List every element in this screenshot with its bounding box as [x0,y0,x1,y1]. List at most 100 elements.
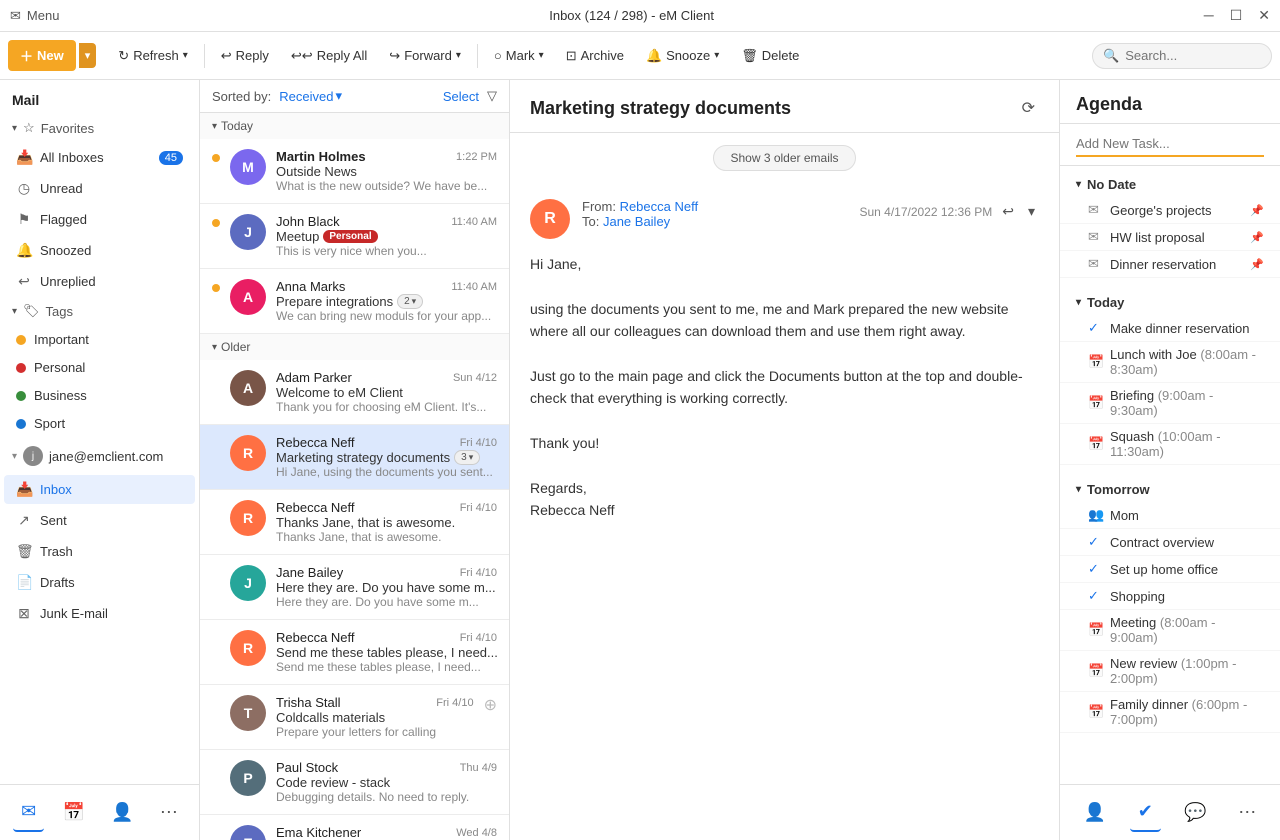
agenda-section-header[interactable]: ▾ Today [1060,290,1280,315]
email-meta: R From: Rebecca Neff To: Jane Bailey Sun… [530,199,1039,239]
reply-button[interactable]: ↩ Reply [211,42,279,70]
delete-button[interactable]: 🗑 Delete [731,42,809,70]
sort-value-button[interactable]: Received ▾ [279,88,342,104]
agenda-section: ▾ Today ✓ Make dinner reservation 📅 Lunc… [1060,284,1280,471]
sidebar-item-drafts[interactable]: 📄 Drafts [4,568,195,597]
sidebar-item-junk[interactable]: ⊠ Junk E-mail [4,599,195,628]
more-options-button[interactable]: ▾ [1024,199,1039,224]
new-button[interactable]: ＋ New [8,40,76,71]
email-item[interactable]: R Rebecca Neff Fri 4/10 Send me these ta… [200,620,509,685]
agenda-bottom-more[interactable]: ⋯ [1230,793,1264,832]
section-chevron: ▾ [1076,179,1081,190]
from-link[interactable]: Rebecca Neff [620,199,699,214]
reply-all-button[interactable]: ↩↩ Reply All [281,42,377,70]
tags-group[interactable]: ▾ 🏷 Tags [0,297,199,325]
agenda-item[interactable]: ✉ HW list proposal 📌 [1060,224,1280,251]
show-older-button[interactable]: Show 3 older emails [713,145,855,171]
email-item[interactable]: A Anna Marks 11:40 AM Prepare integratio… [200,269,509,334]
email-item[interactable]: J John Black 11:40 AM Meetup Personal Th… [200,204,509,269]
bottom-nav-calendar[interactable]: 📅 [54,793,92,832]
menu-area[interactable]: ✉ Menu [10,8,59,24]
sidebar-item-flagged[interactable]: ⚑ Flagged [4,205,195,234]
email-options-button[interactable]: ⟳ [1018,94,1039,122]
refresh-button[interactable]: ↻ Refresh ▾ [108,42,197,70]
close-button[interactable]: ✕ [1258,7,1270,24]
snooze-button[interactable]: 🔔 Snooze ▾ [636,42,729,70]
sidebar-item-unread[interactable]: ◷ Unread [4,174,195,203]
email-time: 11:40 AM [451,216,497,228]
add-task-input[interactable] [1076,132,1264,157]
maximize-button[interactable]: ☐ [1230,7,1243,24]
sidebar-item-trash[interactable]: 🗑 Trash [4,537,195,566]
agenda-item[interactable]: 📅 Briefing (9:00am - 9:30am) [1060,383,1280,424]
account-chevron[interactable]: ▾ [12,451,17,462]
search-input[interactable] [1125,48,1261,63]
agenda-item-text: Dinner reservation [1110,257,1216,272]
sidebar-item-unreplied[interactable]: ↩ Unreplied [4,267,195,296]
toolbar-sep-2 [477,44,478,68]
sidebar-item-tag-important[interactable]: Important [4,326,195,353]
agenda-item[interactable]: 👥 Mom [1060,502,1280,529]
email-item[interactable]: P Paul Stock Thu 4/9 Code review - stack… [200,750,509,815]
email-time: Fri 4/10 [436,697,473,709]
sidebar-item-sent[interactable]: ↗ Sent [4,506,195,535]
select-button[interactable]: Select [443,89,479,104]
email-sender: Jane Bailey [276,565,343,580]
mark-button[interactable]: ○ Mark ▾ [484,42,554,69]
email-item[interactable]: J Jane Bailey Fri 4/10 Here they are. Do… [200,555,509,620]
agenda-item[interactable]: ✓ Set up home office [1060,556,1280,583]
email-item[interactable]: E Ema Kitchener Wed 4/8 Meeting Thank yo… [200,815,509,840]
favorites-group[interactable]: ▾ ☆ Favorites [0,114,199,142]
agenda-bottom-check[interactable]: ✔ [1130,793,1161,832]
email-sender: Adam Parker [276,370,352,385]
minimize-button[interactable]: ─ [1204,7,1214,24]
agenda-item[interactable]: ✉ George's projects 📌 [1060,197,1280,224]
email-item[interactable]: A Adam Parker Sun 4/12 Welcome to eM Cli… [200,360,509,425]
sidebar-item-all-inboxes[interactable]: 📥 All Inboxes 45 [4,143,195,172]
email-item[interactable]: R Rebecca Neff Fri 4/10 Marketing strate… [200,425,509,490]
agenda-item[interactable]: 📅 Meeting (8:00am - 9:00am) [1060,610,1280,651]
bottom-nav-mail[interactable]: ✉ [13,793,44,832]
agenda-item[interactable]: ✉ Dinner reservation 📌 [1060,251,1280,278]
section-chevron: ▾ [1076,297,1081,308]
archive-button[interactable]: ⊡ Archive [556,42,634,70]
agenda-item[interactable]: ✓ Make dinner reservation [1060,315,1280,342]
email-item[interactable]: M Martin Holmes 1:22 PM Outside News Wha… [200,139,509,204]
bottom-nav-contacts[interactable]: 👤 [103,793,141,832]
forward-chevron: ▾ [456,50,461,61]
check-icon: ✓ [1088,561,1102,577]
forward-button[interactable]: ↪ Forward ▾ [379,42,471,70]
agenda-item[interactable]: 📅 Squash (10:00am - 11:30am) [1060,424,1280,465]
add-to-calendar-icon[interactable]: ⊕ [484,695,497,715]
agenda-item[interactable]: 📅 Family dinner (6:00pm - 7:00pm) [1060,692,1280,733]
snooze-chevron: ▾ [714,50,719,61]
email-time: Wed 4/8 [456,827,497,839]
reply-quick-button[interactable]: ↩ [998,199,1018,224]
email-subject: Welcome to eM Client [276,385,497,400]
agenda-item[interactable]: ✓ Shopping [1060,583,1280,610]
agenda-title: Agenda [1076,94,1142,114]
sidebar-item-tag-business[interactable]: Business [4,382,195,409]
agenda-item[interactable]: ✓ Contract overview [1060,529,1280,556]
email-item[interactable]: R Rebecca Neff Fri 4/10 Thanks Jane, tha… [200,490,509,555]
bottom-nav-more[interactable]: ⋯ [152,793,186,832]
sidebar-item-tag-sport[interactable]: Sport [4,410,195,437]
to-link[interactable]: Jane Bailey [603,214,670,229]
email-item[interactable]: T Trisha Stall Fri 4/10 Coldcalls materi… [200,685,509,750]
agenda-item-text: Briefing (9:00am - 9:30am) [1110,388,1264,418]
sidebar-item-snoozed[interactable]: 🔔 Snoozed [4,236,195,265]
agenda-section-header[interactable]: ▾ Tomorrow [1060,477,1280,502]
sidebar-item-tag-personal[interactable]: Personal [4,354,195,381]
search-box[interactable]: 🔍 [1092,43,1272,69]
new-dropdown-button[interactable]: ▾ [79,43,97,68]
email-subject: Marketing strategy documents 3 ▾ [276,450,497,465]
menu-label[interactable]: Menu [27,8,60,23]
agenda-bottom-contacts[interactable]: 👤 [1076,793,1114,832]
agenda-item[interactable]: 📅 Lunch with Joe (8:00am - 8:30am) [1060,342,1280,383]
email-avatar: E [230,825,266,840]
filter-icon[interactable]: ▽ [487,88,497,104]
sidebar-item-inbox[interactable]: 📥 Inbox [4,475,195,504]
agenda-item[interactable]: 📅 New review (1:00pm - 2:00pm) [1060,651,1280,692]
agenda-section-header[interactable]: ▾ No Date [1060,172,1280,197]
agenda-bottom-chat[interactable]: 💬 [1176,793,1214,832]
